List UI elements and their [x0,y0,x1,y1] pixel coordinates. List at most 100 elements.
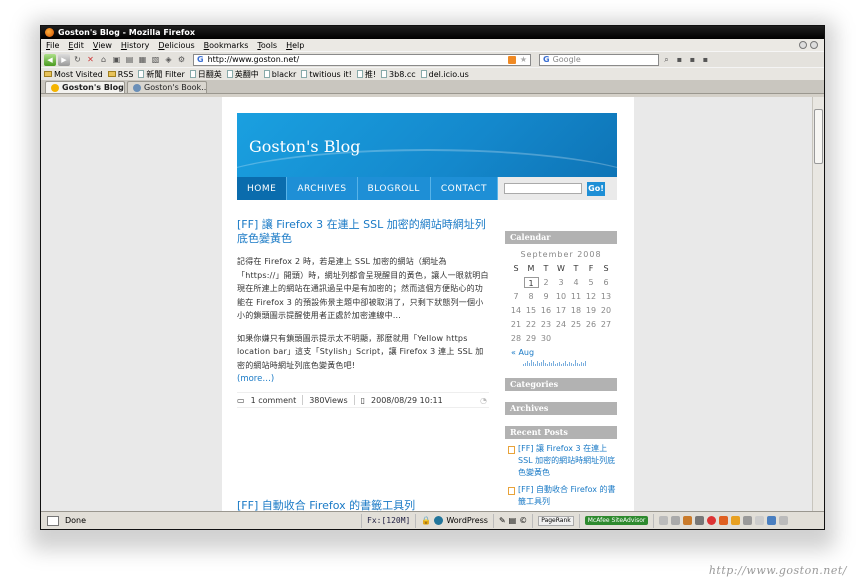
back-button[interactable]: ◀ [44,53,56,66]
sparkline-bar [577,363,578,366]
sparkline-bar [559,362,560,366]
tab-gostons-blog[interactable]: Goston's Blog [45,81,125,93]
status-left: Done [41,515,361,526]
sparkline-bar [561,364,562,366]
post-1-comments[interactable]: 1 comment [251,396,297,405]
menu-tools[interactable]: Tools [257,41,277,50]
sparkline-bar [545,363,546,366]
bookmark-most-visited[interactable]: Most Visited [44,70,103,79]
tag-icon[interactable]: ◈ [163,54,174,65]
status-pagerank[interactable]: PageRank [532,513,579,528]
settings-icon[interactable]: ⚙ [176,54,187,65]
sparkline-bar [555,364,556,366]
sparkline-bar [531,360,532,366]
bookmark-push[interactable]: 推! [356,69,376,80]
calendar-day: 18 [570,306,582,315]
calendar-weekday: M [527,264,535,273]
menu-delicious[interactable]: Delicious [158,41,194,50]
bookmark-tool-icon[interactable]: ▣ [111,54,122,65]
divider [302,395,304,405]
addon-icon-2[interactable]: ▪ [687,54,698,65]
bookmark-blackr[interactable]: blackr [263,70,296,79]
close-window-icon[interactable] [810,41,818,49]
addon-icon[interactable] [659,516,669,525]
print-icon[interactable]: ▤ [124,54,135,65]
calendar-day: 7 [513,292,519,301]
nav-home[interactable]: HOME [237,177,288,200]
blog-title[interactable]: Goston's Blog [249,137,360,156]
addon-icon[interactable] [695,516,705,525]
blog-search-input[interactable] [504,183,583,194]
vertical-scrollbar[interactable] [812,97,824,512]
bookmark-en-zh[interactable]: 英翻中 [226,69,259,80]
edit-icon[interactable]: ✎ [499,516,506,525]
addon-icon[interactable] [755,516,765,525]
recent-posts-heading: Recent Posts [505,426,617,439]
addon-icon[interactable] [671,516,681,525]
categories-heading[interactable]: Categories [505,378,617,391]
calendar-day: 28 [510,334,522,343]
status-siteadvisor[interactable]: McAfee SiteAdvisor [578,513,654,528]
recent-post-item[interactable]: [FF] 自動收合 Firefox 的書籤工具列 [505,484,617,508]
tab-gostons-book[interactable]: Goston's Book... [127,81,207,93]
status-wordpress[interactable]: 🔒 WordPress [415,513,493,528]
nav-contact[interactable]: CONTACT [431,177,499,200]
addon-icon[interactable] [743,516,753,525]
scrollbar-thumb[interactable] [814,109,823,164]
menu-edit[interactable]: Edit [68,41,84,50]
archives-heading[interactable]: Archives [505,402,617,415]
addon-icon-1[interactable]: ▪ [674,54,685,65]
addon-icon-3[interactable]: ▪ [700,54,711,65]
recent-post-item[interactable]: [FF] 讓 Firefox 3 在連上 SSL 加密的網站時網址列底色變黃色 [505,443,617,479]
bookmark-jp-en[interactable]: 日翻英 [189,69,222,80]
list-icon[interactable]: ▤ [509,516,517,525]
bookmark-twitious[interactable]: twitious it! [301,70,352,79]
sparkline-bar [529,363,530,366]
blog-search-button[interactable]: Go! [587,181,606,196]
calendar-day: 24 [555,320,567,329]
addon-icon[interactable] [683,516,693,525]
save-icon[interactable]: ▦ [137,54,148,65]
stop-icon[interactable]: ✕ [85,54,96,65]
addon-icon[interactable] [719,516,729,525]
copyright-icon[interactable]: © [519,516,527,525]
top-icon[interactable]: ◔ [480,396,487,405]
delicious-icon[interactable]: ▧ [150,54,161,65]
calendar-prev-link[interactable]: « Aug [505,348,617,357]
rss-feed-icon[interactable] [508,55,516,64]
addon-icon[interactable] [779,516,789,525]
search-go-icon[interactable]: ⌕ [661,54,672,65]
adblock-icon[interactable] [707,516,717,525]
forward-button[interactable]: ▶ [58,53,70,66]
home-icon[interactable]: ⌂ [98,54,109,65]
addon-icon[interactable] [767,516,777,525]
nav-archives[interactable]: ARCHIVES [287,177,358,200]
bookmark-3b8[interactable]: 3b8.cc [381,70,416,79]
site-favicon-icon: G [197,55,204,64]
calendar-weekday: S [513,264,519,273]
menu-file[interactable]: File [46,41,59,50]
reload-icon[interactable]: ↻ [72,54,83,65]
bookmarks-toolbar: Most Visited RSS 新聞 Filter 日翻英 英翻中 black… [41,67,824,80]
calendar-day: 8 [528,292,534,301]
menu-history[interactable]: History [121,41,149,50]
bookmark-rss[interactable]: RSS [107,70,133,79]
menu-bookmarks[interactable]: Bookmarks [204,41,249,50]
page-icon [381,70,388,78]
addon-icon[interactable] [731,516,741,525]
menu-view[interactable]: View [93,41,112,50]
bookmark-delicious[interactable]: del.icio.us [420,70,469,79]
watermark: http://www.goston.net/ [708,564,847,577]
bookmark-news-filter[interactable]: 新聞 Filter [138,69,185,80]
menu-help[interactable]: Help [286,41,304,50]
address-bar[interactable]: G http://www.goston.net/ ★ [193,53,531,66]
title-bar[interactable]: Goston's Blog - Mozilla Firefox [41,26,824,39]
search-box[interactable]: G Google [539,53,659,66]
sparkline-bar [527,361,528,366]
star-bookmark-icon[interactable]: ★ [520,55,527,64]
post-1-more-link[interactable]: (more…) [237,374,489,384]
sparkline-bar [533,362,534,366]
nav-blogroll[interactable]: BLOGROLL [358,177,431,200]
post-1-title[interactable]: [FF] 讓 Firefox 3 在連上 SSL 加密的網站時網址列底色變黃色 [237,218,489,246]
statusbar-toggle-icon[interactable] [47,515,59,526]
